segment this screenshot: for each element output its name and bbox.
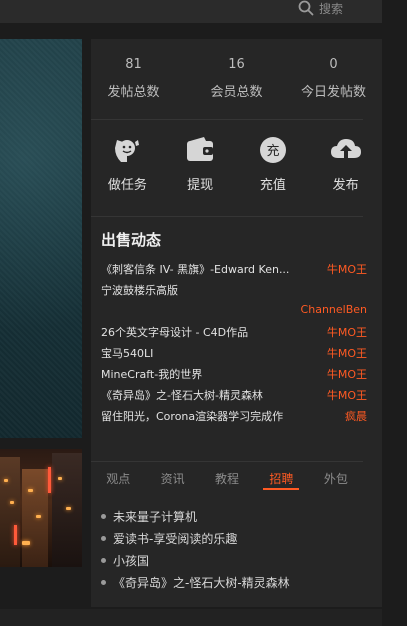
- sale-item[interactable]: 《刺客信条 IV- 黑旗》-Edward Ken... 牛MO王: [101, 259, 367, 280]
- withdraw-button[interactable]: 提现: [164, 136, 237, 200]
- tab-opinion[interactable]: 观点: [91, 462, 145, 489]
- list-item-title[interactable]: 《奇异岛》之-怪石大树-精灵森林: [113, 574, 290, 591]
- stat-label: 会员总数: [210, 85, 263, 100]
- stat-posts: 81 发帖总数: [91, 39, 188, 119]
- list-item-title[interactable]: 小孩国: [113, 552, 149, 569]
- action-label: 发布: [332, 178, 359, 193]
- list-item[interactable]: 爱读书-享受阅读的乐趣: [101, 527, 290, 549]
- wallet-icon: [187, 137, 214, 161]
- bullet-icon: [101, 535, 106, 541]
- task-icon: [115, 140, 140, 162]
- list-item[interactable]: 未来量子计算机: [101, 505, 290, 527]
- stat-value: 16: [228, 57, 245, 72]
- sale-title[interactable]: 留住阳光，Corona渲染器学习完成作: [101, 408, 283, 424]
- list-item[interactable]: 《奇异岛》之-怪石大树-精灵森林: [101, 571, 290, 593]
- stat-value: 0: [329, 57, 338, 72]
- recharge-icon: 充: [259, 137, 286, 163]
- list-item[interactable]: 小孩国: [101, 549, 290, 571]
- stat-label: 今日发帖数: [300, 85, 366, 100]
- tab-recruitment[interactable]: 招聘: [254, 462, 308, 490]
- upload-icon: [330, 139, 361, 158]
- divider: [91, 216, 363, 217]
- sale-author[interactable]: 牛MO王: [327, 387, 367, 403]
- sale-title[interactable]: 《刺客信条 IV- 黑旗》-Edward Ken...: [101, 261, 289, 277]
- action-row: 做任务 提现 充 充值 发布: [91, 136, 382, 200]
- sale-author[interactable]: 牛MO王: [327, 366, 367, 382]
- stats-row: 81 发帖总数 16 会员总数 0 今日发帖数: [91, 39, 382, 119]
- sale-author[interactable]: 牛MO王: [327, 345, 367, 361]
- divider: [91, 119, 363, 120]
- stat-value: 81: [125, 57, 142, 72]
- category-tabs: 观点 资讯 教程 招聘 外包: [91, 461, 363, 490]
- sale-item[interactable]: 宁波鼓楼乐高版 ChannelBen: [101, 280, 367, 322]
- search-icon: [298, 0, 314, 16]
- sales-title: 出售动态: [101, 231, 162, 249]
- action-label: 充值: [259, 178, 286, 193]
- sale-author[interactable]: 牛MO王: [327, 261, 367, 277]
- sale-title[interactable]: MineCraft-我的世界: [101, 366, 202, 382]
- search-button[interactable]: 搜索: [298, 0, 343, 18]
- stat-members: 16 会员总数: [188, 39, 285, 119]
- sale-title[interactable]: 宝马540LI: [101, 345, 153, 361]
- sale-item[interactable]: 留住阳光，Corona渲染器学习完成作 疯晨: [101, 406, 367, 427]
- article-list: 未来量子计算机 爱读书-享受阅读的乐趣 小孩国 《奇异岛》之-怪石大树-精灵森林: [101, 505, 290, 593]
- list-item-title[interactable]: 爱读书-享受阅读的乐趣: [113, 530, 237, 547]
- sales-list: 《刺客信条 IV- 黑旗》-Edward Ken... 牛MO王 宁波鼓楼乐高版…: [101, 259, 367, 427]
- sale-title[interactable]: 《奇异岛》之-怪石大树-精灵森林: [101, 387, 263, 403]
- recharge-glyph: 充: [266, 143, 279, 159]
- sale-item[interactable]: 26个英文字母设计 - C4D作品 牛MO王: [101, 322, 367, 343]
- sale-item[interactable]: MineCraft-我的世界 牛MO王: [101, 364, 367, 385]
- sale-author[interactable]: ChannelBen: [301, 303, 367, 316]
- recharge-button[interactable]: 充 充值: [237, 136, 310, 200]
- search-label: 搜索: [319, 1, 344, 16]
- bottom-bar: [0, 609, 382, 626]
- stat-today: 0 今日发帖数: [285, 39, 382, 119]
- stat-label: 发帖总数: [107, 85, 160, 100]
- tab-news[interactable]: 资讯: [145, 462, 199, 489]
- thumbnail-image[interactable]: [0, 449, 82, 567]
- publish-button[interactable]: 发布: [309, 136, 382, 200]
- list-item-title[interactable]: 未来量子计算机: [113, 508, 197, 525]
- sidebar-panel: 81 发帖总数 16 会员总数 0 今日发帖数 做任务 提现 充 充值 发布 出…: [91, 39, 382, 607]
- action-label: 做任务: [107, 178, 147, 193]
- bullet-icon: [101, 513, 106, 519]
- action-label: 提现: [187, 178, 214, 193]
- sale-item[interactable]: 宝马540LI 牛MO王: [101, 343, 367, 364]
- sale-author[interactable]: 疯晨: [345, 408, 367, 424]
- sale-author[interactable]: 牛MO王: [327, 324, 367, 340]
- bullet-icon: [101, 579, 106, 585]
- sale-item[interactable]: 《奇异岛》之-怪石大树-精灵森林 牛MO王: [101, 385, 367, 406]
- task-button[interactable]: 做任务: [91, 136, 164, 200]
- bullet-icon: [101, 557, 106, 563]
- sale-title[interactable]: 宁波鼓楼乐高版: [101, 282, 178, 298]
- banner-image[interactable]: [0, 39, 82, 438]
- sale-title[interactable]: 26个英文字母设计 - C4D作品: [101, 324, 248, 340]
- top-bar: 搜索: [0, 0, 382, 23]
- tab-outsourcing[interactable]: 外包: [309, 462, 363, 489]
- tab-tutorial[interactable]: 教程: [200, 462, 254, 489]
